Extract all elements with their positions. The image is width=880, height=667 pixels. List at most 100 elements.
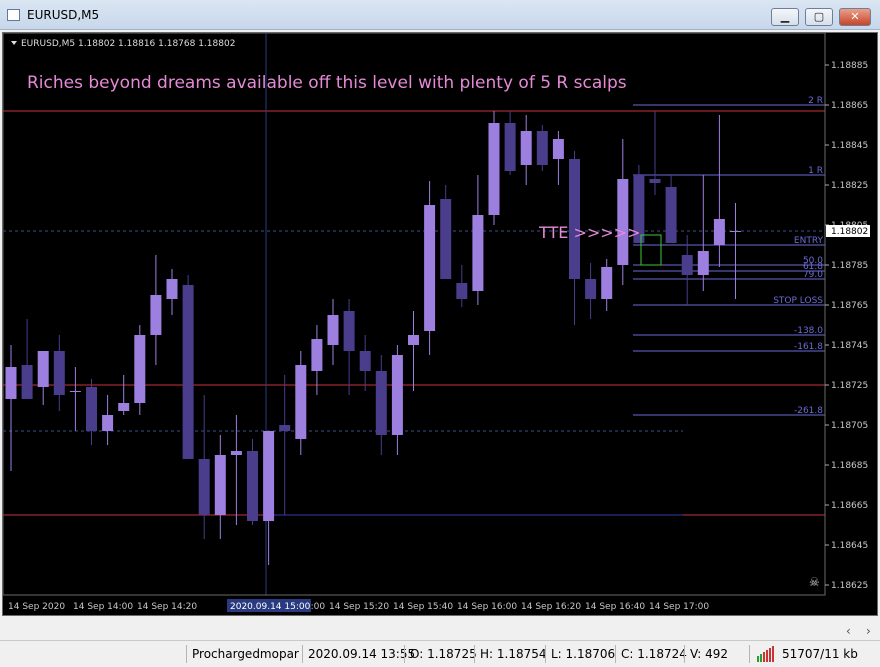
time-tick-label-1: 14 Sep 14:00 [73,602,133,612]
candle-body-30 [488,123,500,215]
candle-body-16 [263,431,275,521]
fib-label-9: -261.8 [794,406,823,416]
status-datetime: 2020.09.14 13:55 [308,647,416,661]
crosshair-time-label: 2020.09.14 15:00 [230,602,311,612]
candle-body-11 [182,285,194,459]
candle-body-27 [440,199,452,279]
candle-body-4 [69,391,81,392]
candle-body-13 [214,455,226,515]
scroll-right-icon[interactable]: › [866,624,871,638]
candle-body-18 [295,365,307,439]
candle-body-3 [53,351,65,395]
candle-body-12 [198,459,210,515]
candlestick-chart[interactable]: 2 R1 RENTRY50.061.879.0STOP LOSS-138.0-1… [3,33,877,615]
chart-header-ohlc: EURUSD,M5 1.18802 1.18816 1.18768 1.1880… [21,39,235,49]
candle-body-2 [37,351,49,387]
candle-body-0 [5,367,17,399]
fib-label-0: 2 R [808,96,823,106]
candle-body-41 [665,187,677,243]
candle-body-8 [134,335,146,403]
candle-body-38 [617,179,629,265]
candle-body-29 [472,215,484,291]
status-bar: Prochargedmopar 2020.09.14 13:55 O: 1.18… [0,640,880,667]
candle-body-40 [649,179,661,183]
time-tick-label-2: 14 Sep 14:20 [137,602,197,612]
time-tick-label-0: 14 Sep 2020 [8,602,65,612]
price-tick-label-5: 1.18785 [831,261,868,271]
price-tick-label-7: 1.18745 [831,341,868,351]
status-close: C: 1.18724 [621,647,687,661]
candle-body-21 [343,311,355,351]
candle-body-10 [166,279,178,299]
candle-body-20 [327,315,339,345]
price-tick-label-1: 1.18865 [831,101,868,111]
chart-area[interactable]: 2 R1 R ENTRY 50.0 61.8 79.0 STOP LOSS -138.0 -1… [2,32,878,616]
time-tick-label-6: 14 Sep 16:00 [457,602,517,612]
status-high: H: 1.18754 [480,647,547,661]
candle-body-37 [601,267,613,299]
price-tick-label-13: 1.18625 [831,581,868,591]
price-tick-label-0: 1.18885 [831,61,868,71]
time-tick-label-7: 14 Sep 16:20 [521,602,581,612]
candle-body-35 [569,159,580,279]
price-tick-label-2: 1.18845 [831,141,868,151]
candle-body-24 [391,355,403,435]
time-tick-label-9: 14 Sep 17:00 [649,602,709,612]
scroll-left-icon[interactable]: ‹ [846,624,851,638]
candle-body-1 [21,365,33,399]
candle-body-6 [102,415,114,431]
time-tick-label-8: 14 Sep 16:40 [585,602,645,612]
candle-body-33 [536,131,548,165]
candle-body-43 [697,251,709,275]
price-tick-label-12: 1.18645 [831,541,868,551]
price-tick-label-10: 1.18685 [831,461,868,471]
status-low: L: 1.18706 [551,647,616,661]
time-tick-label-5: 14 Sep 15:40 [393,602,453,612]
candle-body-42 [681,255,693,275]
candle-body-23 [375,371,387,435]
candle-body-15 [247,451,258,521]
candle-body-22 [359,351,371,371]
candle-body-34 [552,139,564,159]
horizontal-scrollbar[interactable]: ‹ › [0,622,880,640]
window-titlebar[interactable]: EURUSD,M5 ▁ ▢ ✕ [0,0,880,30]
candle-body-36 [585,279,597,299]
candle-body-44 [713,219,725,245]
candle-body-45 [730,231,741,232]
current-price-label: 1.18802 [831,227,868,237]
window-title: EURUSD,M5 [27,8,100,22]
maximize-button[interactable]: ▢ [805,8,833,26]
fib-label-8: -161.8 [794,342,823,352]
close-button[interactable]: ✕ [839,8,871,26]
candle-body-19 [311,339,323,371]
skull-icon: ☠ [809,575,820,589]
candle-body-26 [424,205,436,331]
fib-label-1: 1 R [808,166,823,176]
connection-bars-icon [757,646,774,662]
fib-label-7: -138.0 [794,326,823,336]
tte-annotation: TTE >>>>> [538,223,641,242]
status-volume: V: 492 [690,647,728,661]
fib-label-5: 79.0 [803,270,823,280]
candle-body-31 [504,123,516,171]
minimize-button[interactable]: ▁ [771,8,799,26]
candle-body-9 [150,295,162,335]
candle-body-25 [408,335,419,345]
candle-body-7 [118,403,130,411]
status-traffic: 51707/11 kb [782,647,858,661]
headline-annotation: Riches beyond dreams available off this … [27,73,627,93]
candle-body-5 [86,387,97,431]
candle-body-32 [520,131,532,165]
candle-body-28 [456,283,468,299]
price-tick-label-9: 1.18705 [831,421,868,431]
candle-body-14 [230,451,242,455]
status-profile[interactable]: Prochargedmopar [192,644,299,664]
price-tick-label-6: 1.18765 [831,301,868,311]
status-open: O: 1.18725 [410,647,477,661]
time-tick-label-4: 14 Sep 15:20 [329,602,389,612]
price-tick-label-8: 1.18725 [831,381,868,391]
fib-label-2: ENTRY [794,236,824,246]
price-tick-label-11: 1.18665 [831,501,868,511]
chart-window-icon [7,9,20,21]
price-tick-label-3: 1.18825 [831,181,868,191]
